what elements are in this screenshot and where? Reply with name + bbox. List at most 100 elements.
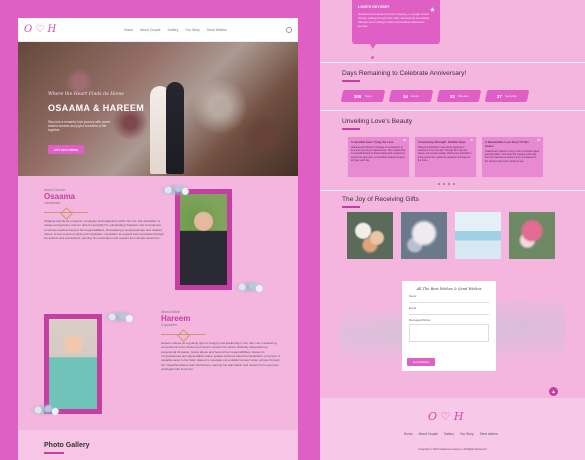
groom-figure [166, 82, 184, 174]
gift-photo[interactable] [347, 212, 393, 259]
hours-value: 14 [403, 93, 408, 99]
groom-bio: Osaama stands as a beacon of integrity a… [44, 219, 164, 241]
timeline-dot [371, 56, 374, 59]
journey-title: LOVE'S ODYSSEY [358, 5, 390, 9]
groom-section: About Groom Osaama Lieutenant Osaama sta… [44, 188, 164, 241]
beauty-title: Unveiling Love's Beauty [342, 118, 413, 125]
story-card[interactable]: A Heartfelt Knot: Tying the Love ❞ Osaam… [347, 136, 410, 178]
nav-links: Home About Couple Gallery Our Story Send… [124, 28, 227, 32]
search-icon[interactable] [286, 26, 292, 33]
footer-link-story[interactable]: Our Story [460, 432, 474, 436]
hero-cta-button[interactable]: Let's wish wishes [48, 145, 84, 154]
story-page-panel: LOVE'S ODYSSEY Osaama and Hareem's love'… [320, 0, 585, 460]
home-page-panel: O ♡ H Home About Couple Gallery Our Stor… [18, 18, 298, 460]
countdown-days: 305 Days [340, 90, 386, 102]
journey-text: Osaama and Hareem's love's odyssey, a vo… [358, 12, 430, 28]
bride-role: Copywriter [161, 323, 178, 327]
journey-card: LOVE'S ODYSSEY Osaama and Hareem's love'… [352, 0, 440, 44]
floral-decoration [28, 403, 62, 417]
gift-photo[interactable] [509, 212, 555, 259]
card-title: A Remarkable Love Story Of Two Hearts [485, 140, 529, 148]
section-divider [320, 110, 585, 111]
gift-photo[interactable] [401, 212, 447, 259]
countdown-minutes: 22 Minutes [436, 90, 482, 102]
ornament-divider [44, 209, 88, 215]
bride-photo-frame [44, 314, 102, 414]
title-underline [342, 206, 360, 208]
seconds-value: 37 [497, 93, 503, 99]
minutes-value: 22 [449, 93, 455, 99]
scroll-to-top-button[interactable]: ▲ [549, 387, 558, 396]
nav-link-about[interactable]: About Couple [140, 28, 161, 32]
photo-gallery-section: Photo Gallery [18, 430, 298, 460]
story-card[interactable]: A Remarkable Love Story Of Two Hearts ❞ … [481, 136, 544, 178]
ornament-divider [161, 331, 205, 337]
site-logo[interactable]: O ♡ H [24, 24, 72, 35]
gifts-title: The Joy of Receiving Gifts [342, 196, 419, 203]
seconds-unit: Seconds [505, 94, 517, 98]
carousel-dots [438, 183, 455, 185]
countdown-title: Days Remaining to Celebrate Anniversary! [342, 70, 467, 77]
footer-link-gallery[interactable]: Gallery [444, 432, 454, 436]
days-value: 305 [354, 93, 362, 99]
countdown-hours: 14 Hours [388, 90, 434, 102]
groom-role: Lieutenant [44, 201, 60, 205]
hero-couple-photo [150, 82, 186, 174]
countdown-timer: 305 Days 14 Hours 22 Minutes 37 Seconds [340, 90, 530, 102]
footer-link-about[interactable]: About Couple [419, 432, 438, 436]
bride-section: About Bride Hareem Copywriter Hareem shi… [161, 310, 281, 371]
copyright-text: Copyright © 2024 Osaama & Hareem | All R… [418, 448, 487, 451]
message-label: Message/Wishes [409, 318, 431, 322]
minutes-unit: Minutes [457, 94, 469, 98]
footer-links: Home About Couple Gallery Our Story Send… [404, 432, 498, 436]
gift-photo[interactable] [455, 212, 501, 259]
title-underline [342, 128, 360, 130]
card-text: Hareem's dedication to her family stands… [418, 147, 472, 162]
title-underline [44, 452, 64, 454]
footer-logo[interactable]: O ♡ H [428, 410, 463, 423]
card-title: A Heartfelt Knot: Tying the Love [351, 140, 394, 144]
nav-link-wishes[interactable]: Send Wishes [207, 28, 227, 32]
carousel-dot[interactable] [443, 183, 445, 185]
name-field[interactable] [409, 299, 489, 303]
gift-gallery [347, 212, 555, 259]
groom-photo-frame [175, 189, 232, 290]
hero-script-text: Where the Heart Finds its Home [48, 92, 125, 97]
footer-link-home[interactable]: Home [404, 432, 413, 436]
hero-title: OSAAMA & HAREEM [48, 103, 145, 113]
days-unit: Days [364, 94, 372, 98]
bride-name: Hareem [161, 314, 191, 323]
nav-link-story[interactable]: Our Story [185, 28, 200, 32]
story-cards: A Heartfelt Knot: Tying the Love ❞ Osaam… [347, 136, 544, 178]
floral-decoration [102, 310, 136, 324]
bride-bio: Hareem shines as a guiding light of inte… [161, 341, 281, 372]
countdown-seconds: 37 Seconds [484, 90, 530, 102]
section-divider [320, 62, 585, 63]
card-text: Osaama and Hareem's marriage is a celebr… [351, 147, 406, 162]
quote-icon: ❞ [537, 139, 540, 145]
title-underline [342, 80, 360, 82]
send-wishes-button[interactable]: Send Wishes [407, 358, 435, 366]
email-field[interactable] [409, 311, 489, 315]
carousel-dot[interactable] [448, 183, 450, 185]
card-title: Unwavering Strength: Faithful Hope [418, 140, 466, 144]
nav-link-home[interactable]: Home [124, 28, 133, 32]
section-divider [320, 190, 585, 191]
wishes-title: All The Best Wishes & Send Wishes [416, 287, 482, 291]
floral-decoration [158, 183, 192, 197]
floral-decoration [232, 280, 266, 294]
story-card[interactable]: Unwavering Strength: Faithful Hope ❞ Har… [414, 136, 477, 178]
site-footer: O ♡ H Home About Couple Gallery Our Stor… [320, 398, 585, 460]
footer-link-wishes[interactable]: Send wishes [480, 432, 498, 436]
bride-photo [49, 319, 97, 409]
hero-banner: Where the Heart Finds its Home OSAAMA & … [18, 42, 298, 176]
carousel-dot[interactable] [453, 183, 455, 185]
name-label: Name [409, 294, 417, 298]
email-label: Email [409, 306, 416, 310]
nav-link-gallery[interactable]: Gallery [168, 28, 179, 32]
groom-name: Osaama [44, 192, 76, 201]
message-field[interactable] [409, 324, 489, 342]
carousel-dot[interactable] [438, 183, 440, 185]
journey-card-pointer [370, 44, 376, 49]
hours-unit: Hours [410, 94, 419, 98]
